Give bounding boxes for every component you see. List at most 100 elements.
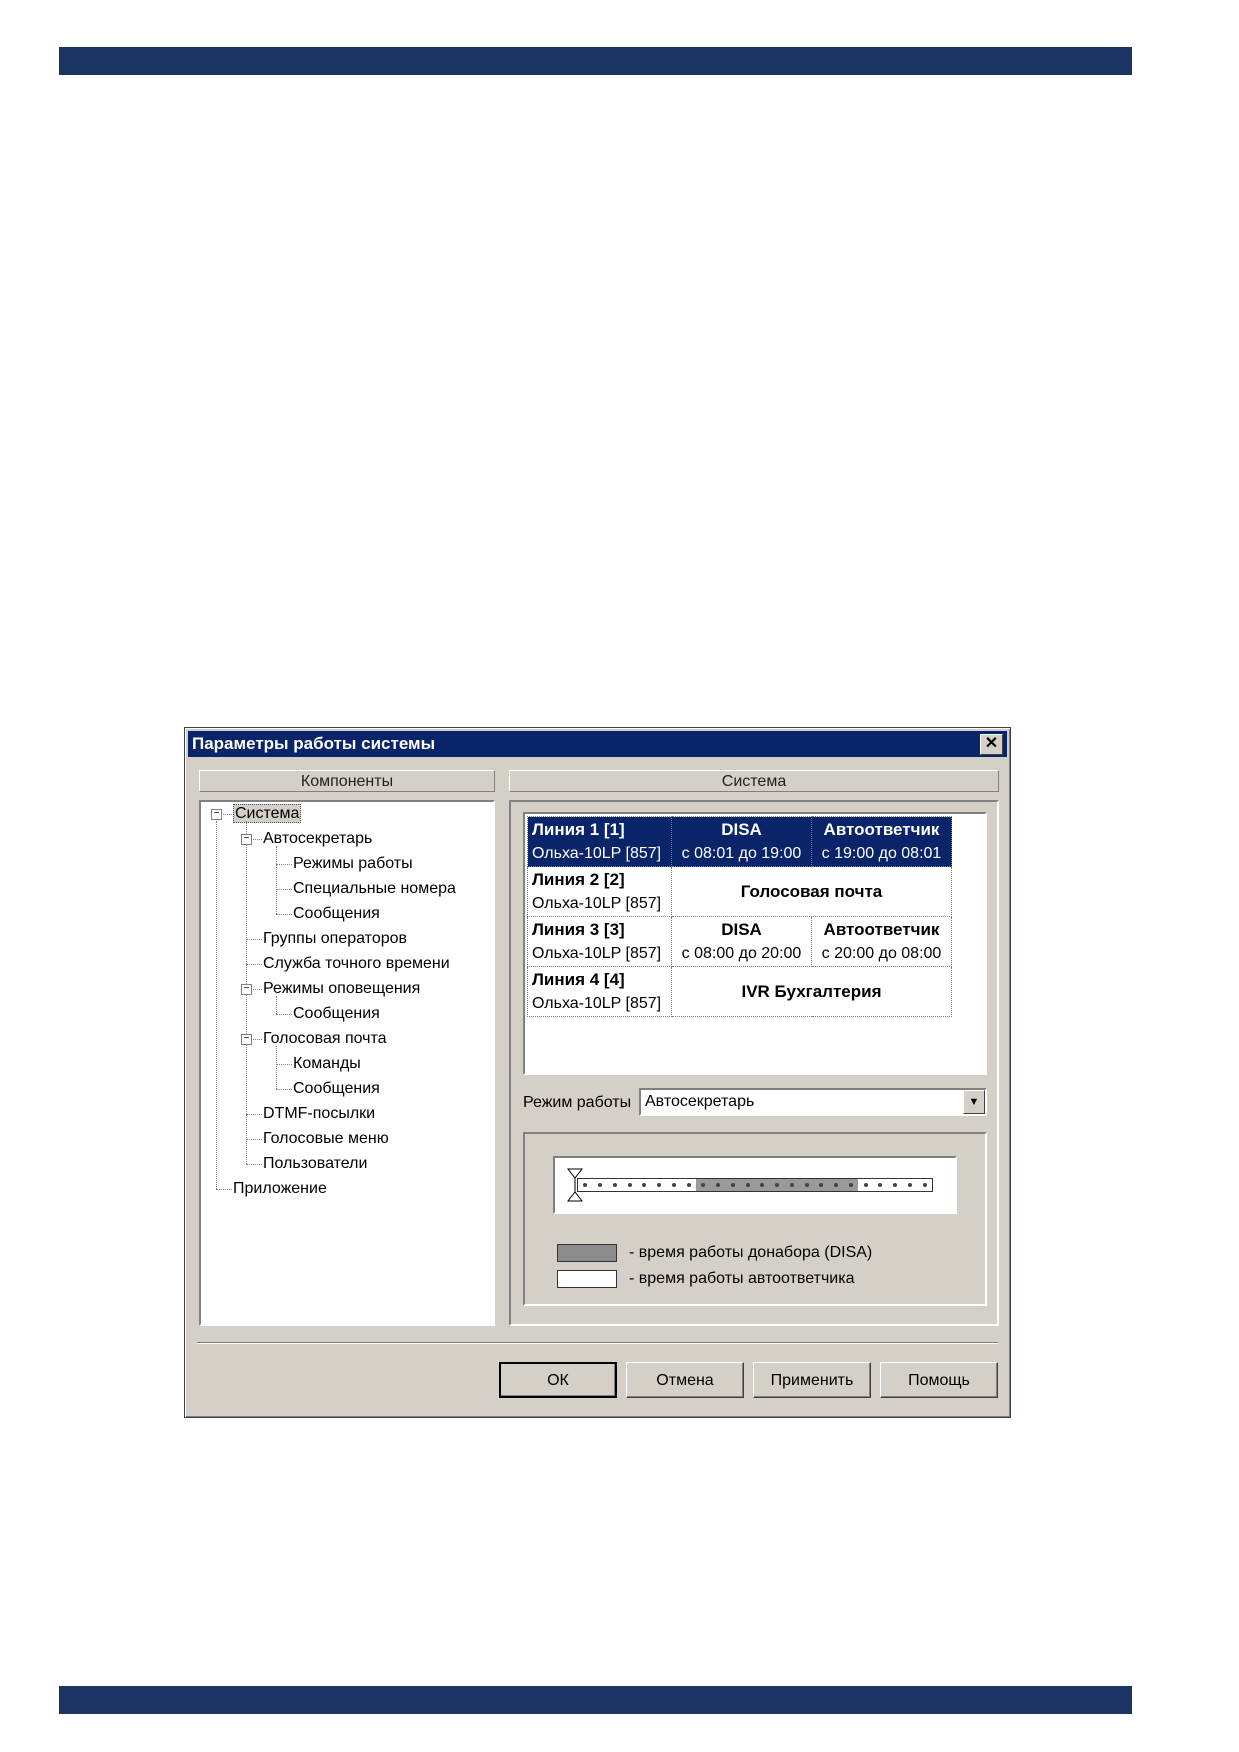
tree-connector: [246, 939, 262, 940]
chevron-down-icon[interactable]: ▼: [963, 1090, 985, 1114]
collapse-icon[interactable]: −: [211, 809, 222, 820]
mode-time: с 08:00 до 20:00: [681, 944, 802, 962]
tree-item[interactable]: Режимы работы: [293, 853, 413, 875]
system-header[interactable]: Система: [509, 770, 999, 792]
tree-item[interactable]: Специальные номера: [293, 878, 456, 900]
tree-item[interactable]: Режимы оповещения: [263, 978, 420, 1000]
mode-title: IVR Бухгалтерия: [741, 981, 882, 1001]
legend-text-disa: - время работы донабора (DISA): [629, 1244, 873, 1261]
tree-connector: [246, 964, 262, 965]
tree-item-label: Специальные номера: [293, 880, 456, 897]
mode-title: DISA: [721, 819, 762, 839]
cancel-button[interactable]: Отмена: [626, 1362, 744, 1398]
timeline-hour-mark: [848, 1183, 853, 1187]
tree-connector: [276, 996, 277, 1014]
line-device: Ольха-10LP [857]: [532, 894, 662, 912]
tree-connector: [276, 889, 292, 890]
mode-select-value: Автосекретарь: [645, 1093, 755, 1110]
collapse-icon[interactable]: −: [241, 984, 252, 995]
tree-item-label: Служба точного времени: [263, 955, 450, 972]
mode-select[interactable]: Автосекретарь ▼: [639, 1088, 987, 1116]
line-cell: Линия 1 [1] Ольха-10LP [857]: [527, 816, 672, 867]
line-name: Линия 2 [2]: [532, 869, 625, 889]
tree-item-label: Режимы оповещения: [263, 980, 421, 997]
tree-connector: [216, 821, 217, 1189]
help-button[interactable]: Помощь: [880, 1362, 998, 1398]
tree-item[interactable]: Сообщения: [293, 1078, 380, 1100]
tree-item[interactable]: Автосекретарь: [263, 828, 372, 850]
mode-cell: Автоответчик с 19:00 до 08:01: [811, 816, 952, 867]
table-row[interactable]: Линия 1 [1] Ольха-10LP [857] DISA с 08:01 д…: [527, 816, 952, 867]
collapse-icon[interactable]: −: [241, 1034, 252, 1045]
timeline-hour-mark: [789, 1183, 794, 1187]
timeline-hour-mark: [612, 1183, 617, 1187]
tree-item[interactable]: Сообщения: [293, 1003, 380, 1025]
table-row[interactable]: Линия 2 [2] Ольха-10LP [857] Голосовая поч…: [527, 866, 952, 917]
tree-connector: [276, 846, 277, 914]
table-row[interactable]: Линия 3 [3] Ольха-10LP [857] DISA с 08:00 д…: [527, 916, 952, 967]
mode-label: Режим работы: [523, 1094, 632, 1111]
dialog-titlebar[interactable]: Параметры работы системы ✕: [188, 731, 1007, 757]
mode-title: Автоответчик: [823, 819, 940, 839]
tree-item[interactable]: Система: [233, 803, 302, 825]
tree-connector: [276, 1089, 292, 1090]
close-icon[interactable]: ✕: [980, 734, 1003, 755]
tree-item[interactable]: DTMF-посылки: [263, 1103, 375, 1125]
tree-item-label: Сообщения: [293, 1080, 380, 1097]
tree-item[interactable]: Пользователи: [263, 1153, 367, 1175]
tree-connector: [246, 1164, 262, 1165]
line-device: Ольха-10LP [857]: [532, 844, 662, 862]
timeline-bar[interactable]: [577, 1178, 933, 1192]
line-cell: Линия 2 [2] Ольха-10LP [857]: [527, 866, 672, 917]
legend-swatch-disa: [557, 1244, 617, 1262]
timeline-hour-mark: [907, 1183, 912, 1187]
timeline-hour-mark: [598, 1183, 603, 1187]
tree-item-label: Режимы работы: [293, 855, 413, 872]
timeline-hour-mark: [804, 1183, 809, 1187]
apply-button[interactable]: Применить: [753, 1362, 871, 1398]
tree-item-label: Сообщения: [293, 1005, 380, 1022]
collapse-icon[interactable]: −: [241, 834, 252, 845]
mode-title: Автоответчик: [823, 919, 940, 939]
tree-connector: [276, 1064, 292, 1065]
timeline-hour-mark: [657, 1183, 662, 1187]
tree-item-label: DTMF-посылки: [263, 1105, 376, 1122]
legend-text-answering: - время работы автоответчика: [629, 1270, 855, 1287]
timeline-hour-mark: [730, 1183, 735, 1187]
timeline-hour-mark: [745, 1183, 750, 1187]
tree-item-label: Голосовые меню: [263, 1130, 389, 1147]
components-header[interactable]: Компоненты: [199, 770, 495, 792]
tree-item[interactable]: Голосовая почта: [263, 1028, 387, 1050]
time-schedule-group: - время работы донабора (DISA) - время р…: [523, 1132, 987, 1306]
tree-item[interactable]: Приложение: [233, 1178, 327, 1200]
mode-cell: Голосовая почта: [671, 866, 952, 917]
line-name: Линия 3 [3]: [532, 919, 625, 939]
tree-item-label: Голосовая почта: [263, 1030, 387, 1047]
tree-connector: [276, 914, 292, 915]
components-tree: Система − Автосекретарь − Режимы работы Специ…: [199, 800, 495, 1326]
mode-time: с 08:01 до 19:00: [681, 844, 802, 862]
lines-list[interactable]: Линия 1 [1] Ольха-10LP [857] DISA с 08:01 д…: [523, 812, 987, 1075]
tree-item[interactable]: Служба точного времени: [263, 953, 450, 975]
timeline-box: [553, 1156, 957, 1214]
timeline-hour-mark: [686, 1183, 691, 1187]
lines-table: Линия 1 [1] Ольха-10LP [857] DISA с 08:01 д…: [527, 816, 952, 1017]
system-panel: Линия 1 [1] Ольха-10LP [857] DISA с 08:01 д…: [509, 800, 999, 1326]
timeline-hour-mark: [671, 1183, 676, 1187]
timeline-hour-mark: [583, 1183, 588, 1187]
line-name: Линия 1 [1]: [532, 819, 625, 839]
tree-connector: [216, 1189, 232, 1190]
tree-connector: [246, 1114, 262, 1115]
tree-item[interactable]: Группы операторов: [263, 928, 407, 950]
tree-item[interactable]: Команды: [293, 1053, 361, 1075]
line-device: Ольха-10LP [857]: [532, 944, 662, 962]
tree-item-label: Приложение: [233, 1180, 327, 1197]
table-row[interactable]: Линия 4 [4] Ольха-10LP [857] IVR Бухгалтер…: [527, 966, 952, 1017]
tree-connector: [276, 864, 292, 865]
tree-item[interactable]: Голосовые меню: [263, 1128, 389, 1150]
line-device: Ольха-10LP [857]: [532, 994, 662, 1012]
ok-button[interactable]: ОК: [499, 1362, 617, 1398]
mode-title: Голосовая почта: [740, 881, 883, 901]
header-band: [59, 47, 1132, 75]
tree-item[interactable]: Сообщения: [293, 903, 380, 925]
